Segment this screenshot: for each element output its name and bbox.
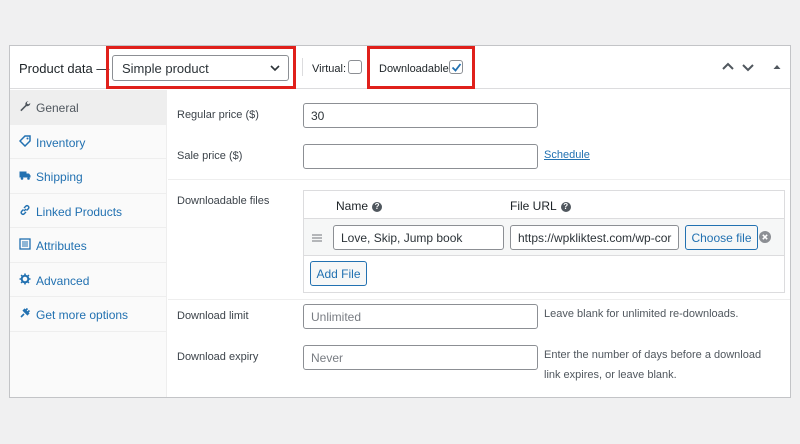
file-url-column-header: File URL? bbox=[510, 199, 571, 213]
tab-label: General bbox=[36, 101, 79, 115]
sale-price-input[interactable] bbox=[303, 144, 538, 169]
regular-price-input[interactable]: 30 bbox=[303, 103, 538, 128]
help-icon[interactable]: ? bbox=[372, 202, 383, 212]
virtual-label: Virtual: bbox=[312, 63, 347, 75]
downloadable-files-table: Name? File URL? Love, Skip, Jump book ht… bbox=[303, 190, 785, 293]
virtual-checkbox[interactable] bbox=[348, 60, 362, 74]
remove-file-icon[interactable] bbox=[759, 231, 771, 243]
tab-get-more-options[interactable]: Get more options bbox=[10, 297, 166, 332]
product-data-tabs: General Inventory Shipping Linked Produc… bbox=[10, 90, 167, 397]
tab-attributes[interactable]: Attributes bbox=[10, 228, 166, 263]
file-url-input[interactable]: https://wpkliktest.com/wp-cor bbox=[510, 225, 679, 250]
product-data-panel: Product data — Simple product Virtual: D… bbox=[9, 45, 791, 398]
header-divider bbox=[302, 58, 303, 76]
regular-price-label: Regular price ($) bbox=[177, 109, 259, 121]
plugin-icon bbox=[20, 307, 31, 318]
download-expiry-input[interactable]: Never bbox=[303, 345, 538, 370]
tab-label: Linked Products bbox=[36, 204, 123, 219]
collapse-toggle-icon[interactable] bbox=[770, 60, 784, 74]
download-limit-label: Download limit bbox=[177, 310, 249, 322]
schedule-link[interactable]: Schedule bbox=[544, 149, 590, 161]
choose-file-button[interactable]: Choose file bbox=[685, 225, 758, 250]
list-icon bbox=[19, 238, 31, 250]
link-icon bbox=[20, 204, 30, 215]
downloadable-files-label: Downloadable files bbox=[177, 195, 270, 207]
downloadable-highlight bbox=[367, 46, 475, 89]
tab-linked-products[interactable]: Linked Products bbox=[10, 194, 166, 228]
help-icon[interactable]: ? bbox=[560, 202, 571, 212]
section-divider bbox=[168, 179, 790, 180]
download-limit-hint: Leave blank for unlimited re-downloads. bbox=[544, 308, 739, 320]
tab-label: Get more options bbox=[36, 308, 129, 322]
wrench-icon bbox=[20, 101, 31, 112]
tab-label: Inventory bbox=[36, 135, 86, 150]
add-file-button[interactable]: Add File bbox=[310, 261, 367, 286]
files-table-header: Name? File URL? bbox=[304, 191, 784, 219]
chevron-up-icon[interactable] bbox=[721, 60, 735, 74]
tab-advanced[interactable]: Advanced bbox=[10, 263, 166, 297]
section-divider bbox=[168, 299, 790, 300]
file-name-input[interactable]: Love, Skip, Jump book bbox=[333, 225, 504, 250]
product-type-highlight bbox=[106, 46, 296, 89]
product-data-title: Product data — bbox=[19, 61, 110, 76]
tab-label: Attributes bbox=[36, 239, 87, 253]
name-column-header: Name? bbox=[336, 199, 383, 213]
general-options-panel: Regular price ($) 30 Sale price ($) Sche… bbox=[168, 90, 790, 397]
tab-label: Shipping bbox=[36, 170, 83, 184]
gear-icon bbox=[19, 273, 31, 284]
chevron-down-icon[interactable] bbox=[741, 60, 755, 74]
download-expiry-hint: Enter the number of days before a downlo… bbox=[544, 349, 762, 381]
sale-price-label: Sale price ($) bbox=[177, 150, 243, 162]
table-row: Love, Skip, Jump book https://wpkliktest… bbox=[304, 219, 784, 256]
product-data-header: Product data — Simple product Virtual: D… bbox=[10, 46, 790, 89]
download-limit-input[interactable]: Unlimited bbox=[303, 304, 538, 329]
download-expiry-label: Download expiry bbox=[177, 351, 259, 363]
tag-icon bbox=[19, 134, 31, 147]
tab-inventory[interactable]: Inventory bbox=[10, 125, 166, 159]
drag-handle-icon[interactable] bbox=[312, 234, 322, 242]
tab-label: Advanced bbox=[36, 273, 90, 288]
truck-icon bbox=[19, 171, 31, 180]
tab-general[interactable]: General bbox=[10, 90, 166, 125]
tab-shipping[interactable]: Shipping bbox=[10, 159, 166, 194]
